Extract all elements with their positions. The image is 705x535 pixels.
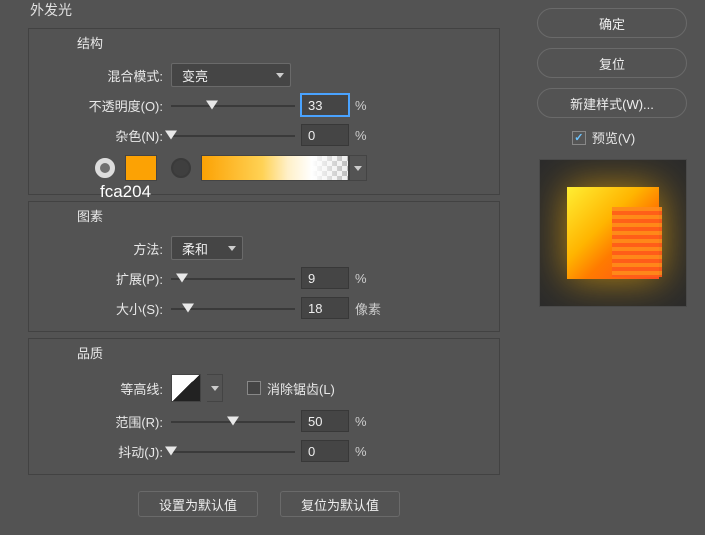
gradient-picker[interactable] — [201, 155, 349, 181]
antialias-checkbox[interactable] — [247, 381, 261, 395]
solid-color-radio[interactable] — [95, 158, 115, 178]
range-slider[interactable] — [171, 411, 295, 431]
blend-mode-value: 变亮 — [182, 66, 208, 85]
outer-glow-title: 外发光 — [0, 0, 520, 28]
pattern-group: 图素 方法: 柔和 扩展(P): % 大小(S): — [28, 201, 500, 332]
quality-title: 品质 — [29, 339, 499, 370]
spread-slider[interactable] — [171, 268, 295, 288]
structure-title: 结构 — [29, 29, 499, 60]
reset-default-button[interactable]: 复位为默认值 — [280, 491, 400, 517]
reset-button[interactable]: 复位 — [537, 48, 687, 78]
spread-label: 扩展(P): — [29, 269, 171, 288]
chevron-down-icon — [276, 73, 284, 78]
blend-mode-select[interactable]: 变亮 — [171, 63, 291, 87]
new-style-button[interactable]: 新建样式(W)... — [537, 88, 687, 118]
percent-unit: % — [355, 414, 385, 429]
antialias-label: 消除锯齿(L) — [267, 379, 335, 398]
blend-mode-label: 混合模式: — [29, 66, 171, 85]
ok-button[interactable]: 确定 — [537, 8, 687, 38]
pixel-unit: 像素 — [355, 299, 385, 318]
structure-group: 结构 混合模式: 变亮 不透明度(O): % 杂色(N): — [28, 28, 500, 195]
chevron-down-icon — [354, 166, 362, 171]
contour-picker[interactable] — [171, 374, 201, 402]
preview-label: 预览(V) — [592, 128, 635, 147]
quality-group: 品质 等高线: 消除锯齿(L) 范围(R): % — [28, 338, 500, 475]
jitter-input[interactable] — [301, 440, 349, 462]
chevron-down-icon — [211, 386, 219, 391]
noise-input[interactable] — [301, 124, 349, 146]
method-select[interactable]: 柔和 — [171, 236, 243, 260]
percent-unit: % — [355, 271, 385, 286]
spread-input[interactable] — [301, 267, 349, 289]
set-default-button[interactable]: 设置为默认值 — [138, 491, 258, 517]
gradient-dropdown[interactable] — [349, 155, 367, 181]
size-label: 大小(S): — [29, 299, 171, 318]
gradient-radio[interactable] — [171, 158, 191, 178]
contour-dropdown[interactable] — [207, 374, 223, 402]
percent-unit: % — [355, 98, 385, 113]
chevron-down-icon — [228, 246, 236, 251]
percent-unit: % — [355, 444, 385, 459]
contour-label: 等高线: — [29, 379, 171, 398]
range-input[interactable] — [301, 410, 349, 432]
jitter-label: 抖动(J): — [29, 442, 171, 461]
pattern-title: 图素 — [29, 202, 499, 233]
range-label: 范围(R): — [29, 412, 171, 431]
opacity-slider[interactable] — [171, 95, 295, 115]
method-label: 方法: — [29, 239, 171, 258]
size-slider[interactable] — [171, 298, 295, 318]
percent-unit: % — [355, 128, 385, 143]
noise-slider[interactable] — [171, 125, 295, 145]
noise-label: 杂色(N): — [29, 126, 171, 145]
color-swatch[interactable] — [125, 155, 157, 181]
preview-thumbnail — [539, 159, 687, 307]
jitter-slider[interactable] — [171, 441, 295, 461]
method-value: 柔和 — [182, 239, 208, 258]
size-input[interactable] — [301, 297, 349, 319]
preview-checkbox[interactable] — [572, 131, 586, 145]
opacity-input[interactable] — [301, 94, 349, 116]
opacity-label: 不透明度(O): — [29, 96, 171, 115]
